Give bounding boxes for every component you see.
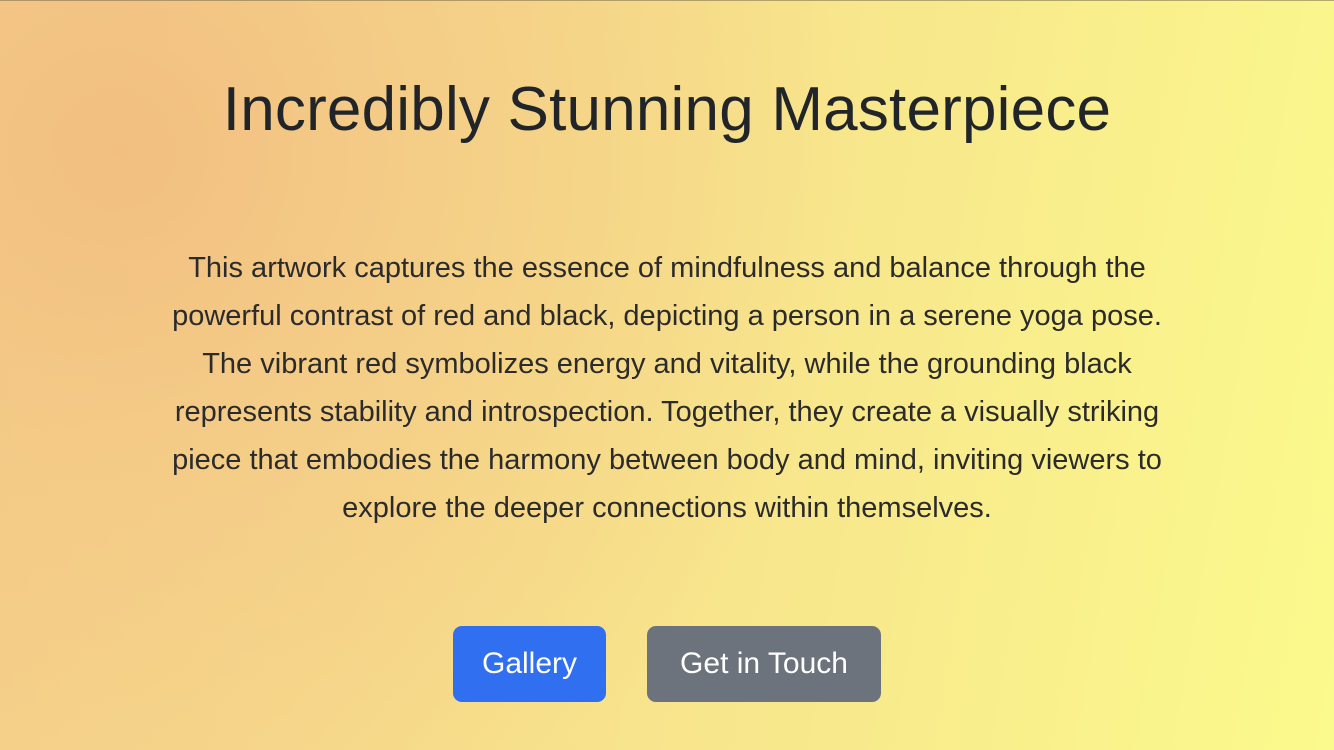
page-title: Incredibly Stunning Masterpiece bbox=[222, 75, 1112, 144]
get-in-touch-button[interactable]: Get in Touch bbox=[647, 626, 881, 702]
action-buttons: Gallery Get in Touch bbox=[0, 626, 1334, 702]
gallery-button[interactable]: Gallery bbox=[453, 626, 606, 702]
hero-section: Incredibly Stunning Masterpiece This art… bbox=[0, 0, 1334, 750]
artwork-description: This artwork captures the essence of min… bbox=[172, 252, 1162, 524]
